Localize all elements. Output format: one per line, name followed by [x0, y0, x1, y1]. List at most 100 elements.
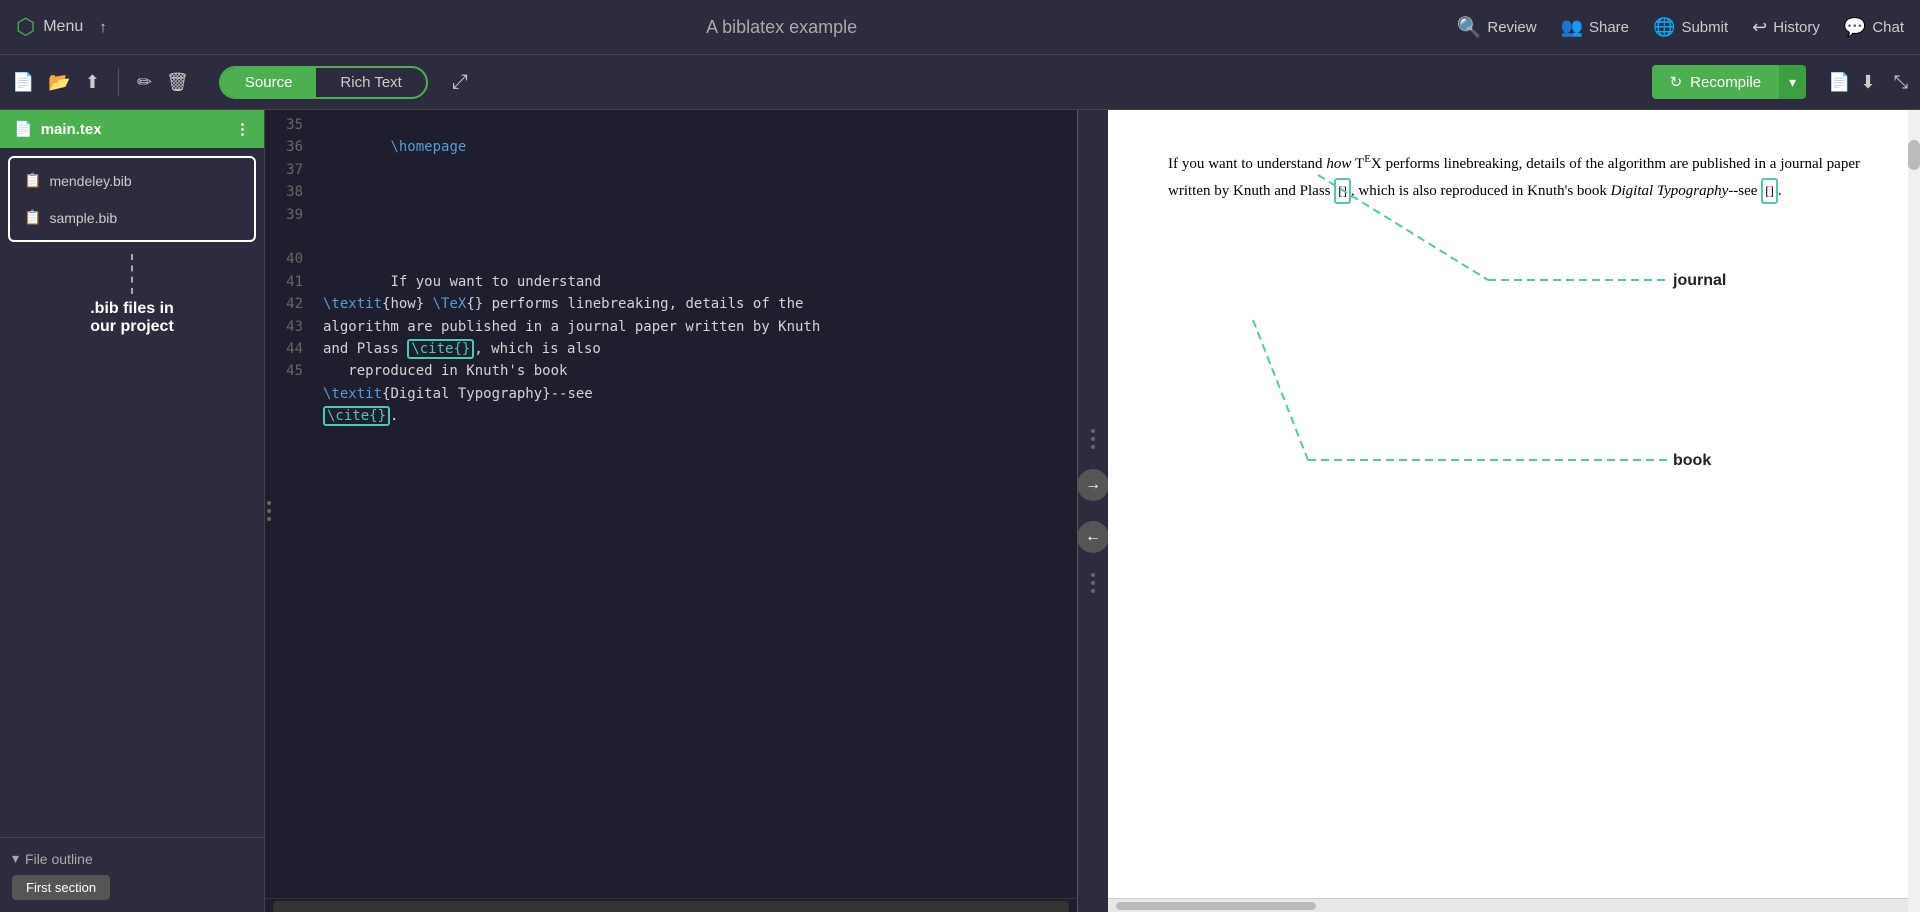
- divider-dots-bottom: [1091, 573, 1095, 593]
- annotation-svg: journal book: [1108, 110, 1920, 898]
- file-action-icons: 📄 📂 ⬆ ✏ 🗑: [12, 68, 189, 96]
- editor-toggle-group: Source Rich Text: [219, 66, 428, 99]
- chat-label: Chat: [1872, 19, 1904, 36]
- line-40: 40: [277, 248, 303, 270]
- preview-scrollbar-thumb[interactable]: [1908, 140, 1920, 170]
- history-icon: ↩: [1752, 17, 1767, 38]
- tex-file-icon: 📄: [14, 120, 33, 138]
- document-title: A biblatex example: [107, 17, 1457, 38]
- line-43: 43: [277, 316, 303, 338]
- recompile-button[interactable]: ↻ Recompile: [1652, 65, 1779, 99]
- menu-button[interactable]: ⬡ Menu: [16, 14, 83, 40]
- title-text: A biblatex example: [706, 17, 857, 37]
- dot2: [267, 509, 271, 513]
- line-39: 39: [277, 204, 303, 226]
- edit-button[interactable]: ✏: [137, 72, 152, 93]
- chat-button[interactable]: 💬 Chat: [1844, 17, 1904, 38]
- recompile-dropdown-button[interactable]: ▾: [1779, 65, 1806, 99]
- main-file-header-left: 📄 main.tex: [14, 120, 102, 138]
- more-options-icon[interactable]: ⋮: [235, 120, 250, 138]
- code-editor[interactable]: \homepage If you want to understand \tex…: [315, 110, 1077, 898]
- download-button[interactable]: ⬇: [1861, 72, 1876, 93]
- upload-button[interactable]: ↑: [99, 19, 107, 36]
- review-icon: 🔍: [1456, 15, 1481, 40]
- line-45: 45: [277, 360, 303, 382]
- bib-icon-2: 📋: [24, 209, 41, 226]
- svg-text:journal: journal: [1672, 272, 1726, 289]
- file-outline-section: ▾ File outline First section: [0, 837, 264, 912]
- second-toolbar: 📄 📂 ⬆ ✏ 🗑 Source Rich Text ⤢ ↻ Recompile…: [0, 55, 1920, 110]
- line-44: 44: [277, 338, 303, 360]
- cite-2: \cite{}: [323, 406, 390, 426]
- editor-scrollbar-area: [265, 898, 1077, 912]
- mendeley-bib-file[interactable]: 📋 mendeley.bib: [10, 162, 254, 199]
- doc-settings-button[interactable]: 📄: [1828, 72, 1850, 93]
- upload-file-button[interactable]: ⬆: [85, 72, 100, 93]
- outline-header-label: File outline: [25, 851, 93, 867]
- chevron-down-icon: ▾: [12, 850, 19, 867]
- share-button[interactable]: 👥 Share: [1561, 17, 1629, 38]
- fullscreen-editor-button[interactable]: ⤢: [452, 71, 468, 94]
- arrow-left-button[interactable]: ←: [1077, 521, 1109, 553]
- open-folder-button[interactable]: 📂: [48, 72, 70, 93]
- line-37: 37: [277, 159, 303, 181]
- source-toggle-button[interactable]: Source: [221, 68, 317, 97]
- source-richtext-toggle: Source Rich Text: [219, 66, 428, 99]
- cite-bracket-2: []: [1761, 178, 1778, 204]
- bib-annotation-text: .bib files inour project: [90, 300, 174, 336]
- overleaf-logo-icon: ⬡: [16, 14, 35, 40]
- homepage-cmd: \homepage: [390, 139, 466, 155]
- preview-scrollbar[interactable]: [1908, 110, 1920, 912]
- bib-annotation: .bib files inour project: [8, 254, 256, 336]
- submit-icon: 🌐: [1653, 17, 1675, 38]
- submit-button[interactable]: 🌐 Submit: [1653, 17, 1728, 38]
- sidebar: 📄 main.tex ⋮ 📋 mendeley.bib 📋 sample.bib: [0, 110, 265, 912]
- recompile-group: ↻ Recompile ▾: [1652, 65, 1806, 99]
- preview-bottom-scrollbar-area: [1108, 898, 1920, 912]
- preview-italic-how: how: [1326, 156, 1351, 172]
- sample-bib-name: sample.bib: [49, 210, 117, 226]
- top-bar-left: ⬡ Menu ↑: [16, 14, 107, 40]
- review-button[interactable]: 🔍 Review: [1456, 15, 1536, 40]
- bib-icon-1: 📋: [24, 172, 41, 189]
- first-section-item[interactable]: First section: [12, 875, 110, 900]
- line-35: 35: [277, 114, 303, 136]
- top-bar-right: 🔍 Review 👥 Share 🌐 Submit ↩ History 💬 Ch…: [1456, 15, 1904, 40]
- review-label: Review: [1487, 19, 1536, 36]
- editor-horizontal-scrollbar[interactable]: [273, 901, 1069, 912]
- delete-button[interactable]: 🗑: [166, 72, 189, 93]
- pane-divider: → ←: [1078, 110, 1108, 912]
- file-list-area: 📋 mendeley.bib 📋 sample.bib .bib files i…: [0, 148, 264, 344]
- line-41: 41: [277, 271, 303, 293]
- left-resize-handle[interactable]: [265, 497, 273, 525]
- editor-pane: 35 36 37 38 39 40 41 42 43 44 45 \h: [265, 110, 1078, 912]
- main-file-name[interactable]: main.tex: [41, 121, 102, 138]
- preview-horizontal-scrollbar[interactable]: [1116, 902, 1316, 910]
- history-label: History: [1773, 19, 1820, 36]
- share-label: Share: [1589, 19, 1629, 36]
- history-button[interactable]: ↩ History: [1752, 17, 1820, 38]
- line-38: 38: [277, 181, 303, 203]
- main-file-header: 📄 main.tex ⋮: [0, 110, 264, 148]
- preview-content: If you want to understand how TEX perfor…: [1108, 110, 1920, 898]
- dot1: [267, 501, 271, 505]
- code-line-39: If you want to understand \textit{how} \…: [323, 274, 820, 426]
- sample-bib-file[interactable]: 📋 sample.bib: [10, 199, 254, 236]
- preview-paragraph: If you want to understand how TEX perfor…: [1168, 150, 1860, 204]
- line-36: 36: [277, 136, 303, 158]
- share-icon: 👥: [1561, 17, 1583, 38]
- svg-text:book: book: [1673, 452, 1711, 469]
- preview-pane: If you want to understand how TEX perfor…: [1108, 110, 1920, 912]
- chat-icon: 💬: [1844, 17, 1866, 38]
- bib-file-group: 📋 mendeley.bib 📋 sample.bib: [8, 156, 256, 242]
- divider-dots-top: [1091, 429, 1095, 449]
- outline-header[interactable]: ▾ File outline: [12, 850, 252, 867]
- submit-label: Submit: [1681, 19, 1728, 36]
- recompile-icon: ↻: [1670, 73, 1683, 91]
- menu-label: Menu: [43, 18, 83, 36]
- main-layout: 📄 main.tex ⋮ 📋 mendeley.bib 📋 sample.bib: [0, 110, 1920, 912]
- arrow-right-button[interactable]: →: [1077, 469, 1109, 501]
- fullscreen-preview-button[interactable]: ⤡: [1894, 72, 1908, 93]
- new-file-button[interactable]: 📄: [12, 72, 34, 93]
- richtext-toggle-button[interactable]: Rich Text: [316, 68, 425, 97]
